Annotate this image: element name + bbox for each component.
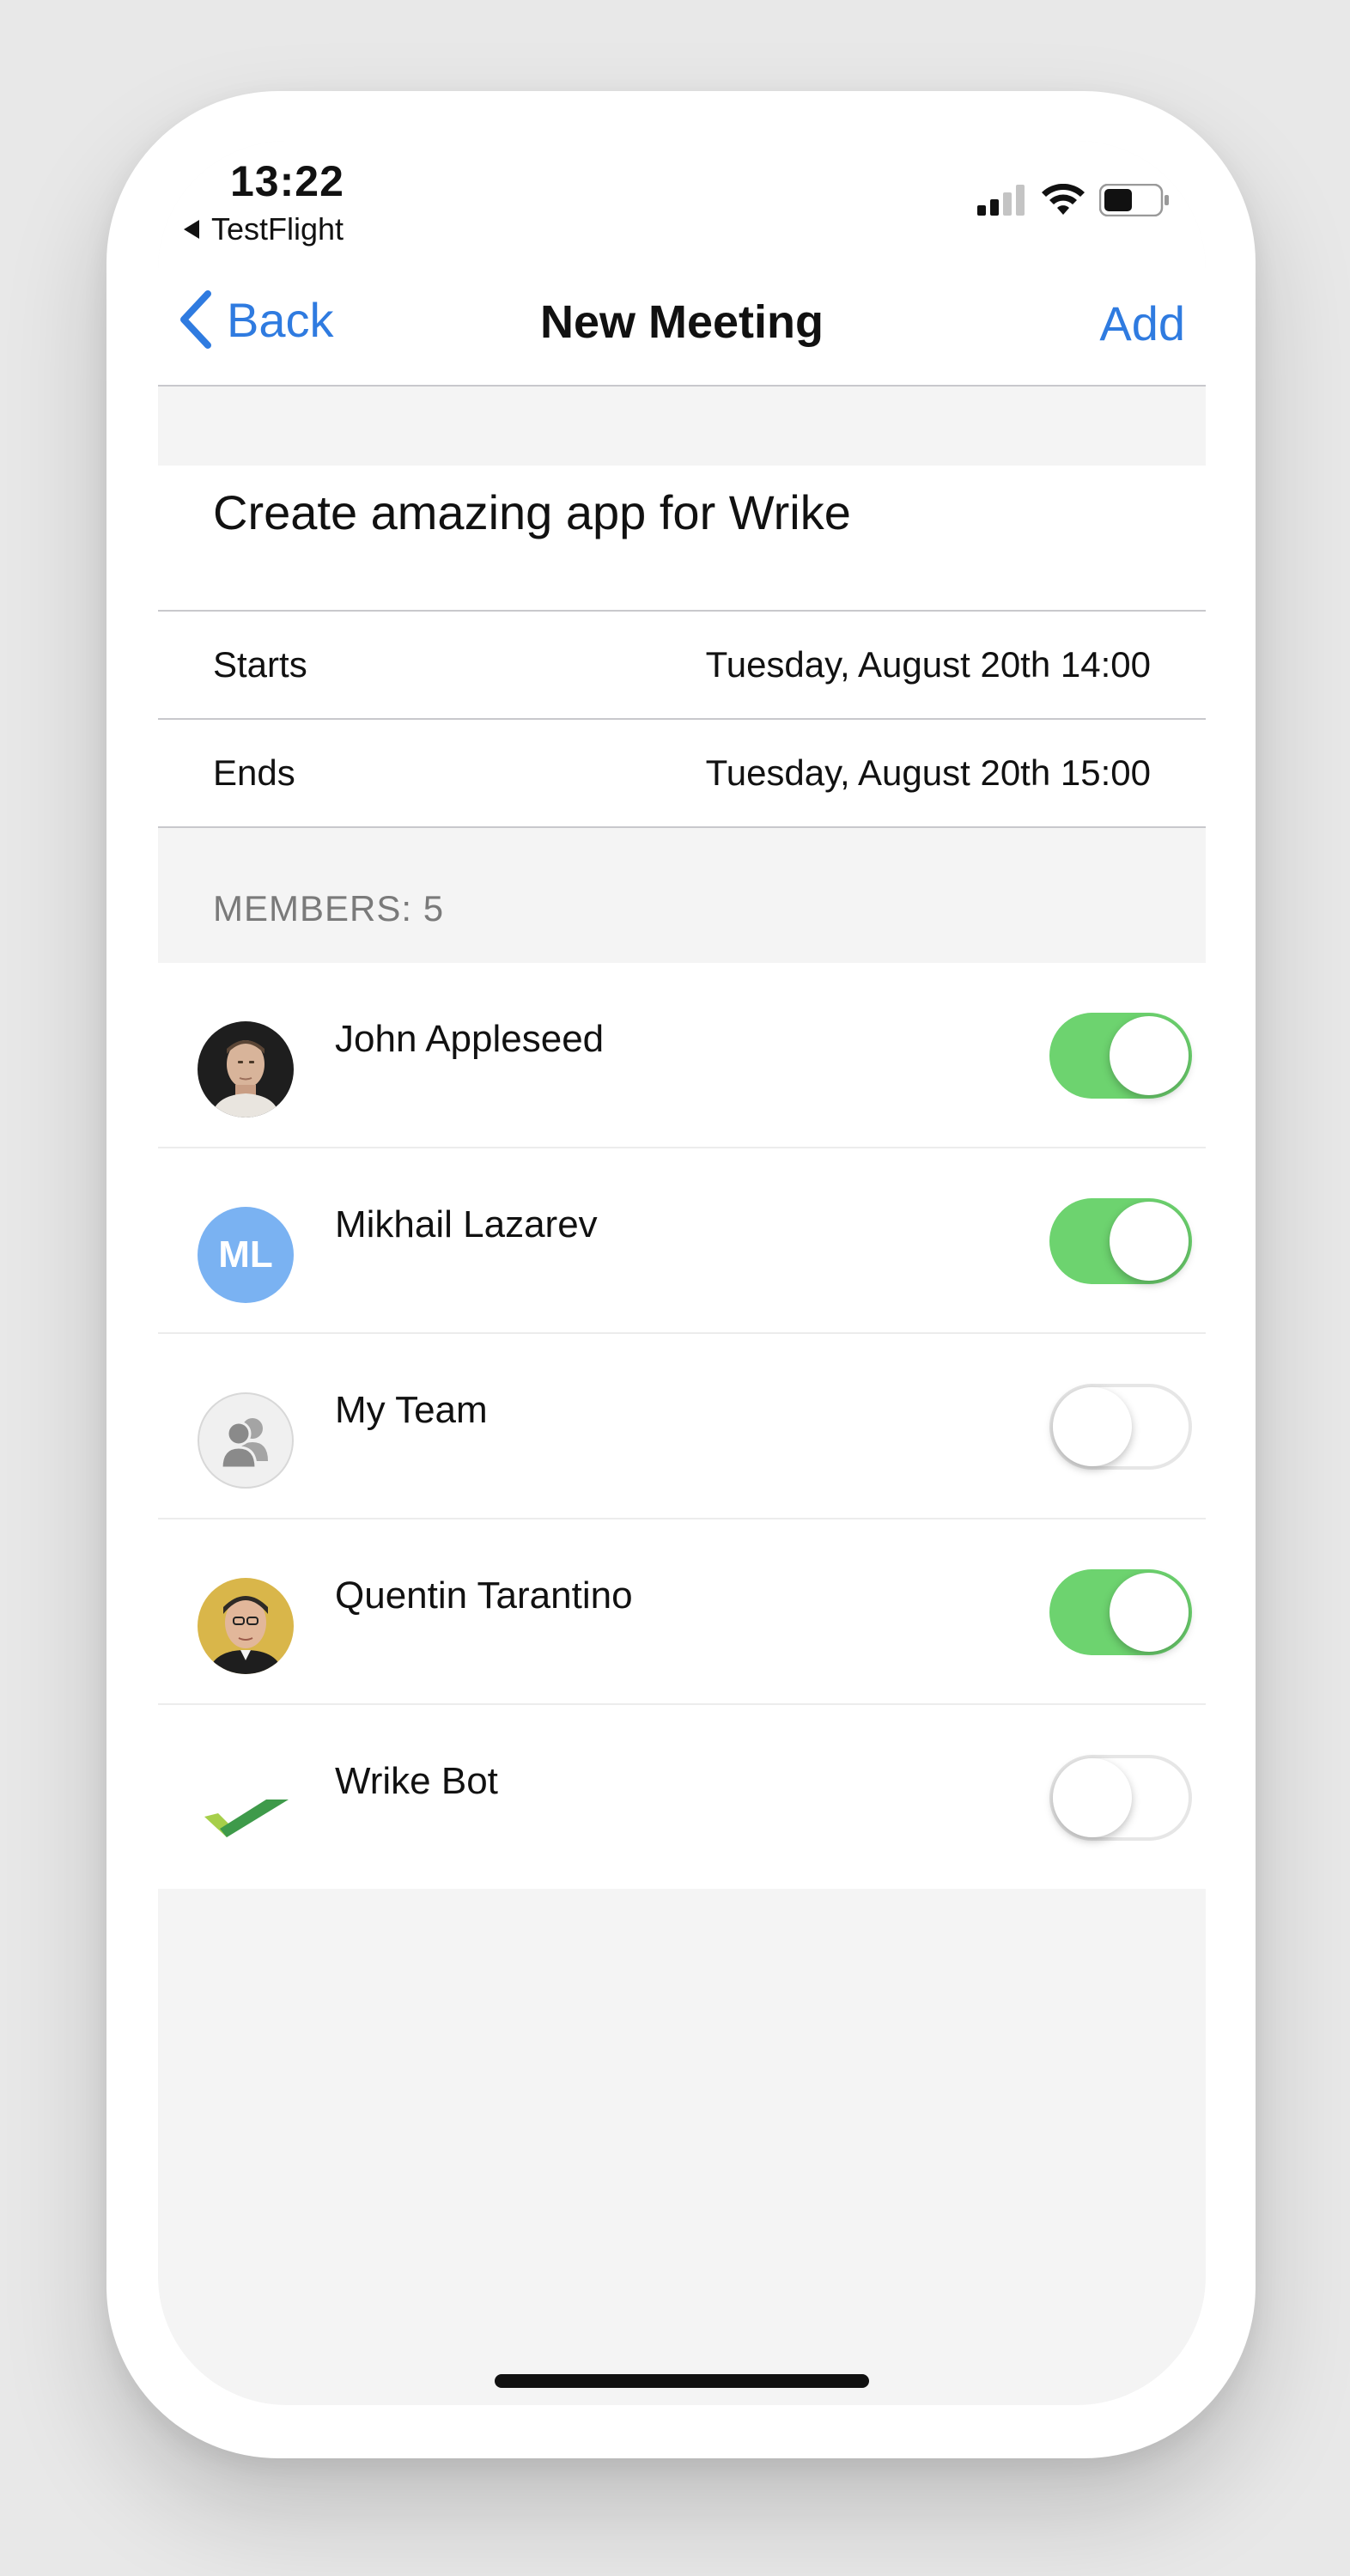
member-row[interactable]: ML Mikhail Lazarev xyxy=(158,1148,1206,1334)
wrike-logo-icon xyxy=(198,1763,294,1860)
meeting-title-text: Create amazing app for Wrike xyxy=(213,485,851,539)
members-section-header: MEMBERS: 5 xyxy=(213,888,445,929)
ends-row[interactable]: Ends Tuesday, August 20th 15:00 xyxy=(158,720,1206,828)
toggle-knob xyxy=(1110,1016,1189,1095)
member-toggle[interactable] xyxy=(1049,1755,1192,1841)
team-icon xyxy=(198,1392,294,1489)
initials-avatar: ML xyxy=(198,1207,294,1303)
back-app-label: TestFlight xyxy=(211,211,344,247)
battery-icon xyxy=(1099,184,1169,216)
ends-label: Ends xyxy=(213,752,295,793)
status-icons xyxy=(977,184,1170,216)
status-bar: 13:22 TestFlight xyxy=(158,141,1206,265)
status-time: 13:22 xyxy=(230,157,344,205)
starts-row[interactable]: Starts Tuesday, August 20th 14:00 xyxy=(158,612,1206,720)
page-title: New Meeting xyxy=(539,296,824,348)
member-row[interactable]: Wrike Bot xyxy=(158,1705,1206,1889)
add-button[interactable]: Add xyxy=(1099,295,1185,351)
app-screen: 13:22 TestFlight Back New Meeting Add Cr… xyxy=(158,141,1206,2405)
member-row[interactable]: My Team xyxy=(158,1334,1206,1519)
notch xyxy=(398,141,965,218)
photo-avatar xyxy=(198,1578,294,1674)
member-name: John Appleseed xyxy=(335,1018,605,1060)
starts-label: Starts xyxy=(213,644,307,685)
meeting-title-field[interactable]: Create amazing app for Wrike xyxy=(158,466,1206,612)
back-triangle-icon xyxy=(184,220,199,239)
member-toggle[interactable] xyxy=(1049,1384,1192,1470)
member-toggle[interactable] xyxy=(1049,1013,1192,1099)
photo-avatar xyxy=(198,1021,294,1117)
toggle-knob xyxy=(1110,1573,1189,1652)
toggle-knob xyxy=(1053,1758,1132,1837)
member-toggle[interactable] xyxy=(1049,1569,1192,1655)
toggle-knob xyxy=(1110,1202,1189,1281)
back-to-app-link[interactable]: TestFlight xyxy=(184,211,344,247)
member-name: My Team xyxy=(335,1389,488,1431)
member-row[interactable]: John Appleseed xyxy=(158,963,1206,1148)
starts-value: Tuesday, August 20th 14:00 xyxy=(705,644,1151,685)
toggle-knob xyxy=(1053,1387,1132,1466)
navigation-bar: Back New Meeting Add xyxy=(158,265,1206,387)
member-name: Mikhail Lazarev xyxy=(335,1203,598,1245)
member-name: Wrike Bot xyxy=(335,1760,498,1802)
members-list: John Appleseed ML Mikhail Lazarev My Tea… xyxy=(158,963,1206,1889)
cellular-signal-icon xyxy=(977,185,1025,216)
member-toggle[interactable] xyxy=(1049,1198,1192,1284)
wifi-icon xyxy=(1042,184,1085,215)
member-row[interactable]: Quentin Tarantino xyxy=(158,1519,1206,1705)
ends-value: Tuesday, August 20th 15:00 xyxy=(705,752,1151,793)
home-indicator[interactable] xyxy=(495,2374,869,2388)
member-name: Quentin Tarantino xyxy=(335,1574,633,1617)
